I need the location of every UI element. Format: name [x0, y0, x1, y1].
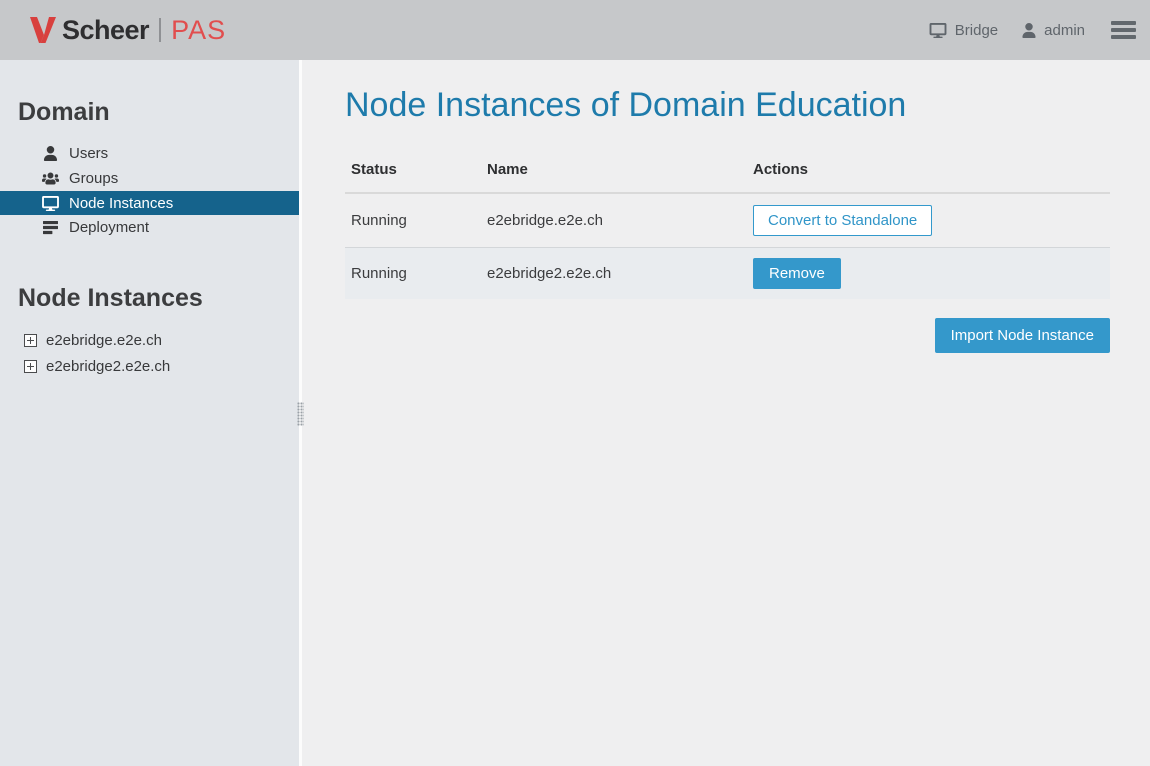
header-actions: Bridge admin [905, 19, 1136, 41]
expand-plus-icon[interactable] [24, 360, 37, 373]
table-header: Status Name Actions [345, 147, 1110, 194]
user-icon [1022, 23, 1036, 38]
sidebar-item-label: Users [69, 145, 108, 162]
brand-divider [159, 18, 161, 42]
sidebar-item-label: Node Instances [69, 195, 173, 212]
user-label: admin [1044, 22, 1085, 39]
bridge-label: Bridge [955, 22, 998, 39]
actions-cell: Remove [753, 258, 1110, 289]
sidebar-item-deployment[interactable]: Deployment [0, 215, 299, 240]
brand-suffix: PAS [171, 15, 226, 46]
page-title: Node Instances of Domain Education [345, 86, 1110, 125]
table-row: Running e2ebridge2.e2e.ch Remove [345, 247, 1110, 299]
table-row: Running e2ebridge.e2e.ch Convert to Stan… [345, 194, 1110, 247]
status-cell: Running [351, 212, 487, 229]
actions-cell: Convert to Standalone [753, 205, 1110, 236]
domain-nav: Users Groups Node Instances [0, 141, 299, 240]
import-button-row: Import Node Instance [345, 318, 1110, 353]
sidebar-item-label: Deployment [69, 219, 149, 236]
tree-item-label: e2ebridge2.e2e.ch [46, 358, 170, 375]
scheer-logo-icon [30, 17, 57, 43]
main-panel: Node Instances of Domain Education Statu… [302, 60, 1150, 766]
tree-item-e2ebridge[interactable]: e2ebridge.e2e.ch [0, 327, 299, 353]
user-menu[interactable]: admin [1022, 22, 1085, 39]
brand-logo[interactable]: Scheer PAS [30, 15, 226, 46]
name-cell: e2ebridge2.e2e.ch [487, 265, 753, 282]
sidebar: Domain Users Groups Node Instances [0, 60, 302, 766]
sidebar-item-groups[interactable]: Groups [0, 166, 299, 191]
sidebar-resize-handle[interactable] [297, 402, 304, 426]
menu-bar [1111, 21, 1136, 25]
convert-to-standalone-button[interactable]: Convert to Standalone [753, 205, 932, 236]
instances-tree: e2ebridge.e2e.ch e2ebridge2.e2e.ch [0, 327, 299, 379]
node-instances-table: Status Name Actions Running e2ebridge.e2… [345, 147, 1110, 299]
app-header: Scheer PAS Bridge admin [0, 0, 1150, 60]
users-icon [42, 171, 59, 186]
tree-item-e2ebridge2[interactable]: e2ebridge2.e2e.ch [0, 353, 299, 379]
column-header-actions: Actions [753, 161, 1110, 178]
status-cell: Running [351, 265, 487, 282]
expand-plus-icon[interactable] [24, 334, 37, 347]
sidebar-instances-heading: Node Instances [18, 284, 299, 313]
menu-button[interactable] [1111, 19, 1136, 41]
user-icon [42, 146, 59, 161]
monitor-icon [929, 23, 947, 38]
tree-item-label: e2ebridge.e2e.ch [46, 332, 162, 349]
remove-button[interactable]: Remove [753, 258, 841, 289]
brand-name: Scheer [62, 15, 149, 46]
sidebar-item-label: Groups [69, 170, 118, 187]
menu-bar [1111, 35, 1136, 39]
bridge-link[interactable]: Bridge [929, 22, 998, 39]
content-area: Domain Users Groups Node Instances [0, 60, 1150, 766]
monitor-icon [42, 196, 59, 211]
import-node-instance-button[interactable]: Import Node Instance [935, 318, 1110, 353]
menu-bar [1111, 28, 1136, 32]
column-header-status: Status [351, 161, 487, 178]
sidebar-item-node-instances[interactable]: Node Instances [0, 191, 299, 215]
column-header-name: Name [487, 161, 753, 178]
sidebar-domain-heading: Domain [18, 98, 299, 127]
sidebar-item-users[interactable]: Users [0, 141, 299, 166]
deployment-icon [42, 220, 59, 235]
name-cell: e2ebridge.e2e.ch [487, 212, 753, 229]
